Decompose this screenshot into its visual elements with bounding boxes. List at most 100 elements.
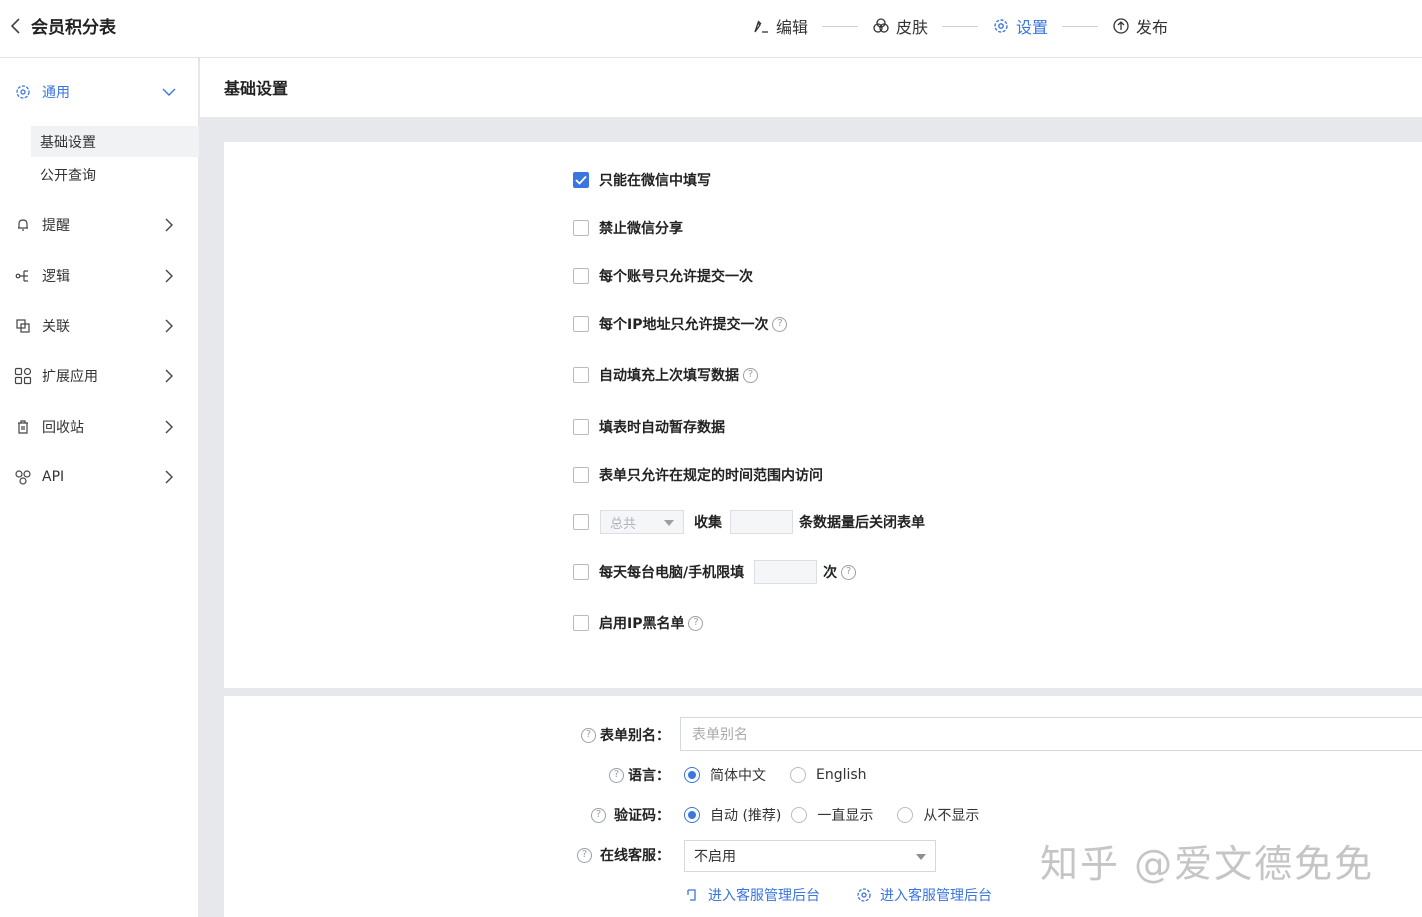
radio-label: 从不显示	[923, 808, 980, 824]
option-limit-total[interactable]: 总共 收集 条数据量后关闭表单	[573, 510, 925, 534]
captcha-options: 自动 (推荐) 一直显示 从不显示	[684, 805, 993, 825]
lang-row: ? 语言：	[560, 765, 670, 785]
checkbox[interactable]	[573, 419, 589, 435]
sidebar-item-recycle[interactable]: 回收站	[0, 409, 199, 445]
sidebar-item-extensions[interactable]: 扩展应用	[0, 358, 199, 394]
radio-captcha-never[interactable]: 从不显示	[897, 805, 979, 825]
limit-scope-select[interactable]: 总共	[600, 510, 684, 534]
option-no-share[interactable]: 禁止微信分享	[573, 218, 683, 238]
radio-selected[interactable]	[684, 807, 700, 823]
radio[interactable]	[897, 807, 914, 823]
captcha-row: ? 验证码：	[560, 805, 670, 825]
step-settings-label: 设置	[1016, 18, 1049, 37]
sidebar-item-relation[interactable]: 关联	[0, 308, 199, 344]
lang-label-text: 语言：	[628, 768, 670, 784]
back-arrow-icon[interactable]	[8, 16, 24, 36]
option-time-range[interactable]: 表单只允许在规定的时间范围内访问	[573, 465, 823, 485]
service-admin-link-2[interactable]: 进入客服管理后台	[856, 885, 992, 905]
chevron-down-icon	[162, 88, 176, 96]
help-icon[interactable]: ?	[591, 807, 606, 823]
link-label: 进入客服管理后台	[708, 888, 820, 904]
chevron-right-icon	[165, 319, 173, 333]
service-admin-link[interactable]: 进入客服管理后台	[684, 885, 820, 905]
alias-input[interactable]: 表单别名	[680, 717, 1422, 751]
help-icon[interactable]: ?	[577, 847, 592, 863]
help-icon[interactable]: ?	[743, 367, 758, 383]
option-autosave[interactable]: 填表时自动暂存数据	[573, 417, 725, 437]
recycle-icon	[14, 418, 32, 436]
help-icon[interactable]: ?	[609, 767, 624, 783]
radio-label: English	[816, 767, 867, 783]
help-icon[interactable]: ?	[581, 727, 596, 743]
option-one-per-ip[interactable]: 每个IP地址只允许提交一次 ?	[573, 314, 788, 334]
radio-selected[interactable]	[684, 767, 700, 783]
sidebar-item-api[interactable]: API	[0, 459, 199, 495]
lang-label: ? 语言：	[560, 765, 670, 785]
step-publish[interactable]: 发布	[1112, 14, 1168, 38]
link-icon	[14, 317, 32, 335]
radio[interactable]	[790, 767, 806, 783]
sidebar-item-label: 关联	[42, 319, 70, 335]
watermark: 知乎 @爱文德免免	[1040, 842, 1375, 886]
help-icon[interactable]: ?	[841, 564, 857, 580]
sidebar-item-label: 回收站	[42, 420, 84, 436]
checkbox[interactable]	[573, 220, 589, 236]
sidebar-item-label: 扩展应用	[42, 369, 98, 385]
step-nav: 编辑 皮肤 设置 发布	[752, 14, 1168, 38]
content-header: 基础设置	[200, 58, 1422, 117]
sidebar-sub-public-query[interactable]: 公开查询	[31, 159, 199, 190]
app-title: 会员积分表	[31, 18, 116, 38]
checkbox[interactable]	[573, 514, 589, 530]
checkbox[interactable]	[573, 615, 589, 631]
radio-lang-en[interactable]: English	[790, 767, 867, 783]
step-settings[interactable]: 设置	[992, 14, 1048, 38]
sidebar-item-general[interactable]: 通用	[0, 74, 199, 110]
checkbox[interactable]	[573, 268, 589, 284]
step-skin[interactable]: 皮肤	[872, 14, 928, 38]
sidebar-item-logic[interactable]: 逻辑	[0, 258, 199, 294]
sidebar-item-reminder[interactable]: 提醒	[0, 207, 199, 243]
radio-captcha-always[interactable]: 一直显示	[791, 805, 873, 825]
logic-icon	[14, 267, 32, 285]
checkbox-checked[interactable]	[573, 172, 589, 188]
checkbox[interactable]	[573, 564, 589, 580]
checkbox[interactable]	[573, 467, 589, 483]
checkbox[interactable]	[573, 316, 589, 332]
option-wechat-only[interactable]: 只能在微信中填写	[573, 170, 711, 190]
radio-lang-zh[interactable]: 简体中文	[684, 765, 766, 785]
checkbox[interactable]	[573, 367, 589, 383]
radio-captcha-auto[interactable]: 自动 (推荐)	[684, 805, 781, 825]
service-select[interactable]: 不启用	[684, 840, 936, 872]
options-card	[224, 142, 1422, 688]
option-autofill[interactable]: 自动填充上次填写数据 ?	[573, 365, 758, 385]
step-edit[interactable]: 编辑	[752, 14, 808, 38]
skin-icon	[873, 18, 889, 33]
service-label-text: 在线客服：	[600, 848, 670, 864]
option-ip-blacklist[interactable]: 启用IP黑名单 ?	[573, 613, 704, 633]
lang-options: 简体中文 English	[684, 765, 881, 785]
help-icon[interactable]: ?	[772, 316, 788, 332]
limit-count-input[interactable]	[730, 510, 793, 534]
radio[interactable]	[791, 807, 808, 823]
caret-down-icon	[916, 854, 926, 860]
apps-icon	[14, 367, 32, 385]
step-edit-label: 编辑	[776, 18, 809, 37]
limit-suffix: 条数据量后关闭表单	[799, 515, 925, 531]
option-one-per-account[interactable]: 每个账号只允许提交一次	[573, 266, 753, 286]
help-icon[interactable]: ?	[688, 615, 704, 631]
api-icon	[14, 468, 32, 486]
option-label: 只能在微信中填写	[599, 173, 711, 189]
sidebar-item-label: 通用	[42, 85, 70, 101]
option-label: 表单只允许在规定的时间范围内访问	[599, 468, 823, 484]
radio-label: 一直显示	[817, 808, 874, 824]
chevron-right-icon	[165, 420, 173, 434]
daily-limit-input[interactable]	[754, 560, 818, 584]
option-daily-limit[interactable]: 每天每台电脑/手机限填 次 ?	[573, 560, 857, 584]
option-label: 每个IP地址只允许提交一次	[599, 317, 769, 333]
alias-label: ? 表单别名：	[560, 725, 670, 745]
sidebar-item-label: 逻辑	[42, 269, 70, 285]
step-divider	[942, 25, 979, 27]
gear-icon	[14, 83, 32, 101]
sidebar-sub-basic-settings[interactable]: 基础设置	[31, 126, 199, 157]
gear-icon	[994, 19, 1008, 33]
